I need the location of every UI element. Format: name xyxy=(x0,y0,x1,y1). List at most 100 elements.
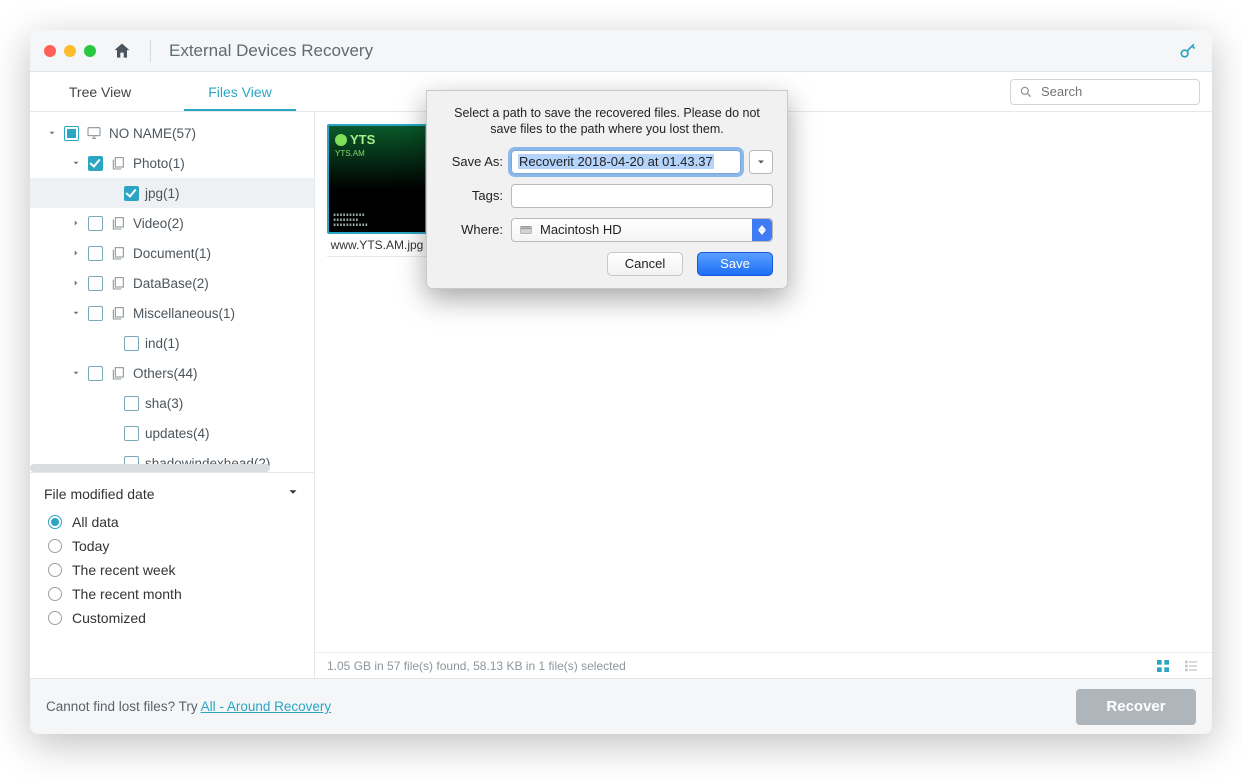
checkbox[interactable] xyxy=(124,336,139,351)
checkbox[interactable] xyxy=(88,306,103,321)
grid-view-icon[interactable] xyxy=(1154,658,1172,674)
filter-panel: File modified date All data Today The rece… xyxy=(30,472,314,636)
window-controls xyxy=(44,45,96,57)
filter-option-label: Customized xyxy=(72,610,146,626)
category-icon xyxy=(109,305,127,321)
tree-node[interactable]: ind(1) xyxy=(30,328,314,358)
tree-node-label: Others(44) xyxy=(133,366,198,381)
checkbox[interactable] xyxy=(124,426,139,441)
checkbox[interactable] xyxy=(88,246,103,261)
tree-node[interactable]: updates(4) xyxy=(30,418,314,448)
category-icon xyxy=(109,365,127,381)
footer-hint: Cannot find lost files? Try All - Around… xyxy=(46,699,331,714)
save-as-label: Save As: xyxy=(441,154,503,169)
filter-option[interactable]: The recent month xyxy=(44,582,300,606)
tags-label: Tags: xyxy=(441,188,503,203)
filter-option-label: All data xyxy=(72,514,119,530)
search-input[interactable] xyxy=(1039,83,1191,100)
tree-node-label: sha(3) xyxy=(145,396,183,411)
file-tree: NO NAME(57) Photo(1) jpg(1) Video(2) Documen… xyxy=(30,112,314,472)
where-dropdown-icon xyxy=(752,219,772,241)
expand-dialog-button[interactable] xyxy=(749,150,773,174)
where-value: Macintosh HD xyxy=(540,222,622,237)
chevron-down-icon xyxy=(286,485,300,502)
chevron-right-icon[interactable] xyxy=(70,277,82,289)
filter-option-label: The recent month xyxy=(72,586,182,602)
checkbox[interactable] xyxy=(88,366,103,381)
tab-files-view[interactable]: Files View xyxy=(170,72,310,111)
cancel-button[interactable]: Cancel xyxy=(607,252,683,276)
drive-icon xyxy=(85,125,103,141)
list-view-icon[interactable] xyxy=(1182,658,1200,674)
tree-node[interactable]: Miscellaneous(1) xyxy=(30,298,314,328)
tree-node[interactable]: NO NAME(57) xyxy=(30,118,314,148)
checkbox[interactable] xyxy=(88,216,103,231)
file-thumbnail[interactable]: YTS YTS.AM ∎∎∎∎∎∎∎∎∎∎∎∎∎∎∎∎∎∎∎∎∎∎∎∎∎∎∎∎∎… xyxy=(327,124,427,257)
checkbox[interactable] xyxy=(88,156,103,171)
chevron-down-icon[interactable] xyxy=(70,307,82,319)
search-box[interactable] xyxy=(1010,79,1200,105)
where-field[interactable]: Macintosh HD xyxy=(511,218,773,242)
save-button[interactable]: Save xyxy=(697,252,773,276)
tags-field[interactable] xyxy=(511,184,773,208)
tree-node[interactable]: Photo(1) xyxy=(30,148,314,178)
thumb-brand: YTS xyxy=(350,132,375,147)
filter-option-label: The recent week xyxy=(72,562,176,578)
radio-icon xyxy=(48,563,62,577)
app-window: External Devices Recovery Tree View File… xyxy=(30,30,1212,734)
filter-option[interactable]: Customized xyxy=(44,606,300,630)
checkbox[interactable] xyxy=(124,186,139,201)
home-icon[interactable] xyxy=(112,41,132,61)
tree-node[interactable]: Document(1) xyxy=(30,238,314,268)
tree-node-label: jpg(1) xyxy=(145,186,180,201)
radio-icon xyxy=(48,515,62,529)
filter-option[interactable]: Today xyxy=(44,534,300,558)
key-icon[interactable] xyxy=(1178,41,1198,61)
tab-tree-view[interactable]: Tree View xyxy=(30,72,170,111)
zoom-window-button[interactable] xyxy=(84,45,96,57)
where-label: Where: xyxy=(441,222,503,237)
tree-node[interactable]: Others(44) xyxy=(30,358,314,388)
radio-icon xyxy=(48,611,62,625)
close-window-button[interactable] xyxy=(44,45,56,57)
titlebar-divider xyxy=(150,40,151,62)
checkbox[interactable] xyxy=(124,396,139,411)
checkbox[interactable] xyxy=(88,276,103,291)
tree-node-label: Document(1) xyxy=(133,246,211,261)
checkbox[interactable] xyxy=(64,126,79,141)
tree-node[interactable]: jpg(1) xyxy=(30,178,314,208)
filter-option[interactable]: The recent week xyxy=(44,558,300,582)
tree-node-label: ind(1) xyxy=(145,336,180,351)
tree-node-label: Video(2) xyxy=(133,216,184,231)
radio-icon xyxy=(48,539,62,553)
category-icon xyxy=(109,245,127,261)
category-icon xyxy=(109,275,127,291)
recover-button[interactable]: Recover xyxy=(1076,689,1196,725)
save-as-field[interactable]: Recoverit 2018-04-20 at 01.43.37 xyxy=(511,150,741,174)
tree-node-label: updates(4) xyxy=(145,426,210,441)
category-icon xyxy=(109,215,127,231)
search-icon xyxy=(1019,85,1033,99)
thumbnail-caption: www.YTS.AM.jpg xyxy=(327,238,427,257)
minimize-window-button[interactable] xyxy=(64,45,76,57)
thumbnail-image: YTS YTS.AM ∎∎∎∎∎∎∎∎∎∎∎∎∎∎∎∎∎∎∎∎∎∎∎∎∎∎∎∎∎ xyxy=(327,124,427,234)
filter-heading-label: File modified date xyxy=(44,486,155,502)
filter-option[interactable]: All data xyxy=(44,510,300,534)
tree-node[interactable]: Video(2) xyxy=(30,208,314,238)
tree-node[interactable]: DataBase(2) xyxy=(30,268,314,298)
tree-node-label: DataBase(2) xyxy=(133,276,209,291)
tree-node-label: NO NAME(57) xyxy=(109,126,196,141)
all-around-recovery-link[interactable]: All - Around Recovery xyxy=(201,699,332,714)
chevron-down-icon[interactable] xyxy=(46,127,58,139)
titlebar: External Devices Recovery xyxy=(30,30,1212,72)
save-dialog: Select a path to save the recovered file… xyxy=(426,90,788,289)
scrollbar-horizontal[interactable] xyxy=(30,464,270,472)
chevron-right-icon[interactable] xyxy=(70,247,82,259)
chevron-down-icon[interactable] xyxy=(70,367,82,379)
tree-node[interactable]: sha(3) xyxy=(30,388,314,418)
filter-heading[interactable]: File modified date xyxy=(44,485,300,502)
footer: Cannot find lost files? Try All - Around… xyxy=(30,678,1212,734)
chevron-right-icon[interactable] xyxy=(70,217,82,229)
chevron-down-icon[interactable] xyxy=(70,157,82,169)
view-tabs: Tree View Files View xyxy=(30,72,310,111)
